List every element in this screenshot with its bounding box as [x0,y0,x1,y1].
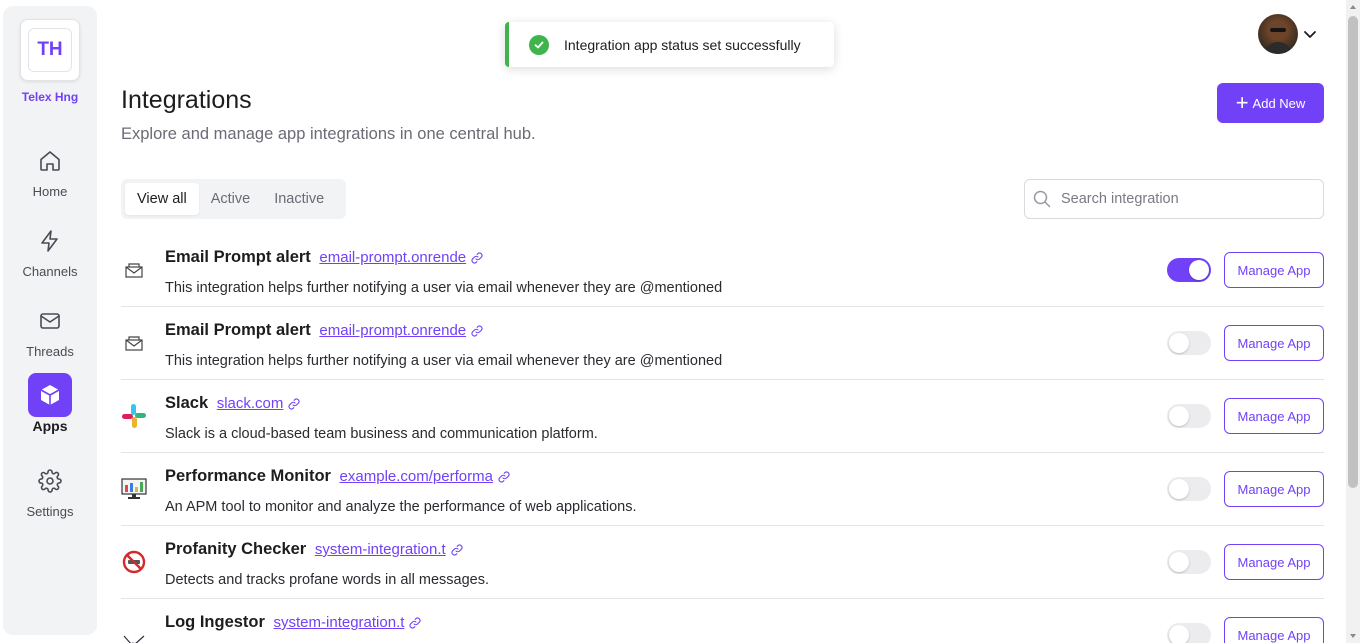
log-ingestor-icon [121,622,147,643]
manage-app-button[interactable]: Manage App [1224,325,1324,361]
toast-message: Integration app status set successfully [564,36,801,53]
home-icon [28,139,72,183]
link-icon[interactable] [287,397,301,411]
toggle-knob [1169,479,1189,499]
workspace-initials: TH [28,28,72,72]
link-icon[interactable] [497,470,511,484]
success-toast: Integration app status set successfully [505,22,834,67]
toggle-knob [1169,333,1189,353]
mail-icon [28,299,72,343]
integration-name: Slack [165,394,209,412]
manage-app-button[interactable]: Manage App [1224,617,1324,643]
integration-link[interactable]: slack.com [217,395,284,412]
nav-label: Apps [32,418,68,434]
status-toggle[interactable] [1167,477,1211,501]
email-envelope-icon [121,257,147,283]
status-toggle[interactable] [1167,404,1211,428]
nav-label: Threads [26,344,74,359]
manage-app-button[interactable]: Manage App [1224,252,1324,288]
integration-name: Email Prompt alert [165,321,311,339]
integration-row: Email Prompt alert email-prompt.onrende … [121,307,1324,380]
integration-row: Profanity Checker system-integration.t D… [121,526,1324,599]
status-toggle[interactable] [1167,623,1211,643]
integration-title: Performance Monitor example.com/performa [165,467,511,486]
integration-title: Log Ingestor system-integration.t [165,613,422,632]
integration-name: Email Prompt alert [165,248,311,266]
scroll-down-arrow-icon[interactable] [1349,632,1357,640]
integration-description: Slack is a cloud-based team business and… [165,426,598,442]
nav-item-apps[interactable]: Apps [3,373,97,434]
link-icon[interactable] [450,543,464,557]
scroll-up-arrow-icon[interactable] [1349,3,1357,11]
add-new-label: Add New [1252,95,1306,111]
no-profanity-icon [121,549,147,575]
toggle-knob [1169,552,1189,572]
plus-icon: + [1235,90,1249,115]
cube-icon [28,373,72,417]
chevron-down-icon[interactable] [1302,26,1318,42]
check-circle-icon [529,34,549,55]
integration-row: Log Ingestor system-integration.t Manage… [121,599,1324,643]
link-icon[interactable] [470,324,484,338]
integration-link[interactable]: system-integration.t [315,541,446,558]
slack-icon [121,403,147,429]
nav-item-threads[interactable]: Threads [3,299,97,359]
tab-inactive[interactable]: Inactive [262,183,336,215]
search-box [1024,179,1324,219]
nav-label: Settings [26,504,74,519]
scrollbar-thumb[interactable] [1348,16,1358,488]
page-subtitle: Explore and manage app integrations in o… [121,125,536,143]
add-new-button[interactable]: + Add New [1217,83,1324,123]
nav-item-settings[interactable]: Settings [3,459,97,519]
tab-view-all[interactable]: View all [125,183,199,215]
lightning-icon [28,219,72,263]
toggle-knob [1169,406,1189,426]
integration-description: This integration helps further notifying… [165,280,723,296]
integration-title: Email Prompt alert email-prompt.onrende [165,321,484,340]
link-icon[interactable] [470,251,484,265]
manage-app-button[interactable]: Manage App [1224,398,1324,434]
avatar[interactable] [1258,14,1298,54]
nav-item-channels[interactable]: Channels [3,219,97,279]
manage-app-button[interactable]: Manage App [1224,544,1324,580]
integration-description: This integration helps further notifying… [165,353,723,369]
sidebar: TH Telex Hng Home Channels Threads Apps … [3,6,97,635]
workspace-logo[interactable]: TH [20,19,80,81]
integration-title: Email Prompt alert email-prompt.onrende [165,248,484,267]
integration-row: Performance Monitor example.com/performa… [121,453,1324,526]
integration-title: Slack slack.com [165,394,301,413]
workspace-name: Telex Hng [21,90,79,104]
manage-app-button[interactable]: Manage App [1224,471,1324,507]
link-icon[interactable] [408,616,422,630]
toggle-knob [1169,625,1189,643]
integration-description: Detects and tracks profane words in all … [165,572,489,588]
gear-icon [28,459,72,503]
nav-item-home[interactable]: Home [3,139,97,199]
status-toggle[interactable] [1167,331,1211,355]
integration-row: Slack slack.com Slack is a cloud-based t… [121,380,1324,453]
integration-name: Profanity Checker [165,540,307,558]
monitor-icon [121,476,147,502]
integration-description: An APM tool to monitor and analyze the p… [165,499,637,515]
status-toggle[interactable] [1167,550,1211,574]
email-envelope-icon [121,330,147,356]
integration-name: Log Ingestor [165,613,265,631]
integration-link[interactable]: email-prompt.onrende [319,322,466,339]
tab-active[interactable]: Active [199,183,263,215]
filter-tabs: View all Active Inactive [121,179,346,219]
search-icon [1033,190,1051,208]
integration-list: Email Prompt alert email-prompt.onrende … [121,234,1324,643]
integration-link[interactable]: system-integration.t [274,614,405,631]
status-toggle[interactable] [1167,258,1211,282]
integration-link[interactable]: email-prompt.onrende [319,249,466,266]
integration-name: Performance Monitor [165,467,331,485]
search-input[interactable] [1061,191,1301,207]
integration-title: Profanity Checker system-integration.t [165,540,464,559]
page-title: Integrations [121,86,252,114]
integration-link[interactable]: example.com/performa [340,468,493,485]
nav-label: Channels [22,264,78,279]
integration-row: Email Prompt alert email-prompt.onrende … [121,234,1324,307]
toggle-knob [1189,260,1209,280]
nav-label: Home [32,184,68,199]
